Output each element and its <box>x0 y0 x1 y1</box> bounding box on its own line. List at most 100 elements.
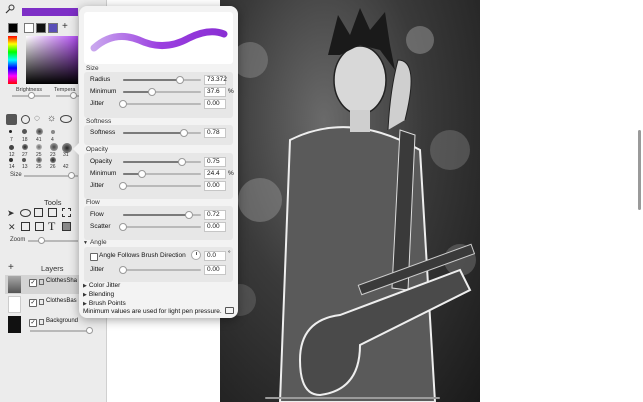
color-jitter-label: Color Jitter <box>88 282 121 289</box>
layer-lock-icon[interactable] <box>39 299 44 305</box>
brush-size-label: 41 <box>36 137 42 143</box>
layer-lock-icon[interactable] <box>39 279 44 285</box>
fill-tool-icon[interactable]: ☼ <box>47 114 56 124</box>
zoom-slider[interactable] <box>28 237 78 244</box>
brush-preset-12[interactable] <box>36 157 42 163</box>
opacity-slider[interactable] <box>123 158 201 166</box>
brush-preset-3[interactable] <box>36 128 43 135</box>
angle-follows-label: Angle Follows Brush Direction <box>99 252 186 259</box>
brush-size-slider[interactable] <box>24 172 78 179</box>
layer-visibility-checkbox[interactable]: ✓ <box>29 319 37 327</box>
layers-heading: Layers <box>41 264 64 273</box>
mesh-icon[interactable] <box>35 222 44 231</box>
radius-label: Radius <box>90 76 111 83</box>
size-minimum-value-field[interactable]: 37.6 <box>204 87 226 97</box>
brush-preset-7[interactable] <box>36 144 42 150</box>
brush-size-label: 13 <box>22 164 28 170</box>
flow-slider[interactable] <box>123 211 201 219</box>
smudge-tool-icon[interactable]: ◌ <box>34 114 40 124</box>
disclosure-right-icon: ▶ <box>83 283 87 289</box>
scatter-slider[interactable] <box>119 223 201 231</box>
layer-opacity-slider[interactable] <box>30 327 93 334</box>
brush-preset-2[interactable] <box>22 129 27 134</box>
swatch-indigo[interactable] <box>48 23 58 33</box>
opacity-minimum-value-field[interactable]: 24.4 <box>204 169 226 179</box>
lasso-tool-icon[interactable] <box>60 115 72 123</box>
hue-strip[interactable] <box>8 36 17 84</box>
select-arrow-icon[interactable]: ➤ <box>7 209 15 218</box>
brush-preset-10[interactable] <box>9 158 13 162</box>
radius-value-field[interactable]: 73.372 <box>204 75 227 85</box>
opacity-jitter-value-field[interactable]: 0.00 <box>204 181 226 191</box>
add-swatch-button[interactable]: + <box>62 21 68 32</box>
rect-select-icon[interactable] <box>62 208 71 217</box>
percent-unit: % <box>228 88 234 95</box>
crop-icon[interactable] <box>48 208 57 217</box>
size-jitter-value-field[interactable]: 0.00 <box>204 99 226 109</box>
brush-preset-5[interactable] <box>9 145 14 150</box>
angle-section-toggle[interactable]: ▼ Angle <box>83 239 107 246</box>
angle-jitter-slider[interactable] <box>119 266 201 274</box>
view-eye-icon[interactable] <box>20 209 31 217</box>
brush-preset-1[interactable] <box>9 130 12 133</box>
size-jitter-slider[interactable] <box>119 100 201 108</box>
angle-jitter-value-field[interactable]: 0.00 <box>204 265 226 275</box>
radius-slider[interactable] <box>123 76 201 84</box>
brush-preset-4[interactable] <box>51 130 55 134</box>
zoom-label: Zoom <box>10 237 26 243</box>
percent-unit: % <box>228 170 234 177</box>
color-saturation-box[interactable] <box>26 36 78 84</box>
text-tool-icon[interactable]: T <box>48 220 55 232</box>
transform-icon[interactable] <box>34 208 43 217</box>
add-layer-button[interactable]: + <box>8 262 14 273</box>
brush-preset-6[interactable] <box>22 144 28 150</box>
brush-size-label: 26 <box>50 164 56 170</box>
opacity-value-field[interactable]: 0.75 <box>204 157 226 167</box>
angle-follows-checkbox[interactable] <box>90 253 98 261</box>
vertical-scrollbar[interactable] <box>638 130 641 210</box>
brush-preset-11[interactable] <box>22 158 26 162</box>
layer-lock-icon[interactable] <box>39 319 44 325</box>
eyedropper-icon[interactable] <box>5 4 15 14</box>
brush-tool-icon[interactable] <box>6 114 17 125</box>
opacity-section-heading: Opacity <box>86 146 109 153</box>
brightness-slider[interactable] <box>12 92 50 99</box>
artwork-image[interactable] <box>220 0 480 402</box>
eraser-tool-icon[interactable] <box>21 115 30 124</box>
brush-points-label: Brush Points <box>88 300 126 307</box>
opacity-jitter-slider[interactable] <box>119 182 201 190</box>
swatch-white[interactable] <box>24 23 34 33</box>
opacity-minimum-slider[interactable] <box>123 170 201 178</box>
blending-label: Blending <box>88 291 115 298</box>
brush-preset-13[interactable] <box>50 157 56 163</box>
color-jitter-section-toggle[interactable]: ▶ Color Jitter <box>83 282 120 289</box>
image-tool-icon[interactable] <box>62 222 71 231</box>
brush-points-section-toggle[interactable]: ▶ Brush Points <box>83 300 126 307</box>
layer-name: Background <box>46 318 79 324</box>
move-icon[interactable]: ✕ <box>8 223 16 232</box>
swatch-black[interactable] <box>8 23 18 33</box>
current-color-bar[interactable] <box>22 8 78 16</box>
scatter-value-field[interactable]: 0.00 <box>204 222 226 232</box>
pressure-footer-note: Minimum values are used for light pen pr… <box>83 308 222 315</box>
brightness-label: Brightness <box>16 87 42 93</box>
brush-preset-8[interactable] <box>50 143 58 151</box>
blending-section-toggle[interactable]: ▶ Blending <box>83 291 114 298</box>
flow-value-field[interactable]: 0.72 <box>204 210 226 220</box>
horizontal-scrollbar[interactable] <box>265 397 440 399</box>
popover-arrow <box>73 143 79 155</box>
layer-thumbnail <box>8 276 21 293</box>
brush-size-label: 25 <box>36 164 42 170</box>
warp-icon[interactable] <box>21 222 30 231</box>
swatch-dark[interactable] <box>36 23 46 33</box>
layer-visibility-checkbox[interactable]: ✓ <box>29 299 37 307</box>
brush-size-label: 42 <box>63 164 69 170</box>
softness-section-heading: Softness <box>86 118 112 125</box>
softness-slider[interactable] <box>123 129 201 137</box>
size-minimum-slider[interactable] <box>123 88 201 96</box>
angle-value-field[interactable]: 0.0 <box>204 251 226 261</box>
export-brush-icon[interactable] <box>225 307 234 314</box>
angle-dial[interactable] <box>191 250 201 260</box>
softness-value-field[interactable]: 0.78 <box>204 128 226 138</box>
layer-visibility-checkbox[interactable]: ✓ <box>29 279 37 287</box>
